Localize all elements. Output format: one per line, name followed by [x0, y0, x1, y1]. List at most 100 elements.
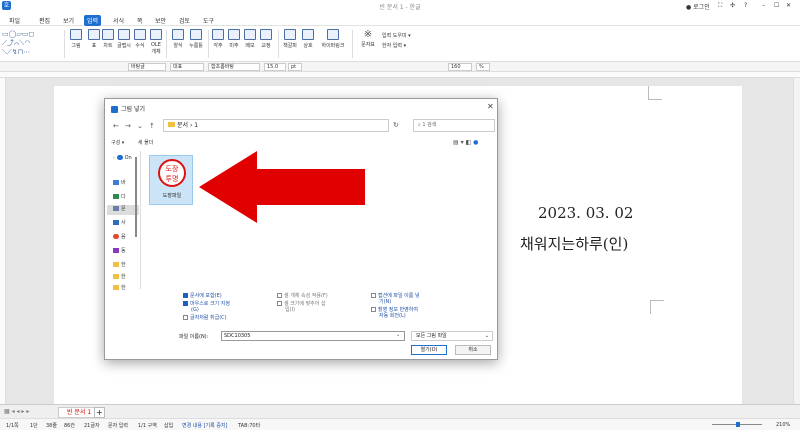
nav-item-desktop[interactable]: 바 [113, 179, 126, 186]
treat-as-char-option[interactable]: 글자처럼 취급(C) [183, 315, 227, 321]
zoom-input[interactable]: 160 [448, 63, 472, 71]
embed-option[interactable]: 문서에 포함(E) [183, 293, 222, 299]
checkbox[interactable] [371, 307, 376, 312]
cell-attr-option[interactable]: 셀 개체 속성 적용(F) [277, 293, 328, 299]
zoom-slider-handle[interactable] [736, 422, 740, 427]
settings-icon[interactable]: ✣ [730, 2, 735, 9]
insert-field-button[interactable]: 누름틀 [186, 29, 206, 49]
minimize-icon[interactable]: – [762, 2, 765, 9]
menu-review[interactable]: 검토 [176, 15, 193, 26]
red-arrow-annotation [199, 151, 365, 223]
checkbox[interactable] [277, 293, 282, 298]
endnote-icon [228, 29, 240, 40]
hanja-input-button[interactable]: 한자 입력 ▾ [382, 42, 422, 49]
view-options-icon[interactable]: ▤ ▾ ◧ ● [453, 139, 478, 146]
cancel-button[interactable]: 취소 [455, 345, 491, 355]
style-select[interactable]: 바탕글 [128, 63, 166, 71]
close-icon[interactable]: ✕ [786, 2, 791, 9]
symbol-button[interactable]: ※ 문자표 [358, 29, 378, 48]
new-folder-button[interactable]: 새 폴더 [138, 140, 153, 146]
auto-rotate-shortcut: 자동 회전(L) [379, 313, 406, 319]
vertical-scrollbar[interactable] [793, 78, 800, 404]
status-insert-mode[interactable]: 삽입 [164, 422, 173, 429]
title-bar: 호 빈 문서 1 - 한글 ● 로그인 ⛶ ✣ ? – ☐ ✕ [0, 0, 800, 12]
ribbon-label: 입력 도우미 [382, 33, 407, 39]
status-char-pos: 86칸 [64, 423, 75, 429]
status-bar: 1/1쪽 1단 38줄 86칸 21글자 문자 입력 1/1 구역 삽입 변경 … [0, 418, 800, 430]
proofread-button[interactable]: 교정 [256, 29, 276, 49]
horizontal-ruler [0, 72, 800, 78]
menu-file[interactable]: 파일 [6, 15, 23, 26]
insert-form-button[interactable]: 양식 [168, 29, 188, 49]
forward-icon[interactable]: → [125, 122, 131, 130]
refresh-icon[interactable]: ↻ [393, 121, 399, 129]
back-icon[interactable]: ← [113, 122, 119, 130]
fullscreen-icon[interactable]: ⛶ [718, 2, 722, 10]
menu-page[interactable]: 쪽 [134, 15, 146, 26]
dialog-close-icon[interactable]: ✕ [487, 102, 494, 111]
checkbox[interactable] [371, 293, 376, 298]
filetype-select[interactable]: 모든 그림 파일 ⌄ [411, 331, 493, 341]
stamp-text: 투명 [165, 175, 179, 183]
file-item-stamp[interactable]: 도장 투명 도장파일 [149, 155, 193, 205]
login-button[interactable]: ● 로그인 [686, 2, 710, 11]
ribbon-label: OLE [151, 42, 161, 48]
language-select[interactable]: 대표 [170, 63, 204, 71]
checkbox[interactable] [183, 293, 188, 298]
font-select[interactable]: 함초롬바탕 [208, 63, 260, 71]
up-folder-icon[interactable]: ↑ [149, 122, 155, 130]
menu-bar: 파일 편집 보기 입력 서식 쪽 보안 검토 도구 [0, 12, 800, 26]
recent-dropdown-icon[interactable]: ⌄ [137, 122, 143, 130]
tab-nav-arrows[interactable]: ▦ ◂ ◂ ▸ ▸ [4, 408, 29, 415]
dialog-title: 그림 넣기 [111, 104, 145, 113]
nav-item-folder[interactable]: 한 [113, 273, 126, 280]
font-size-unit[interactable]: pt [288, 63, 302, 71]
nav-pane-scrollbar[interactable] [135, 157, 137, 237]
menu-security[interactable]: 보안 [152, 15, 169, 26]
nav-item-music[interactable]: 음 [113, 233, 126, 240]
bookmark-button[interactable]: 책갈피 [280, 29, 300, 49]
nav-item-onedrive[interactable]: › On [113, 155, 132, 161]
filename-dropdown-icon[interactable]: ⌄ [396, 332, 400, 338]
insert-picture-button[interactable]: 그림 [66, 29, 86, 49]
menu-format[interactable]: 서식 [110, 15, 127, 26]
equation-icon [134, 29, 146, 40]
maximize-icon[interactable]: ☐ [774, 2, 779, 9]
dialog-title-text: 그림 넣기 [121, 106, 145, 113]
login-label: 로그인 [693, 4, 710, 11]
search-input[interactable]: ⌕ 1 검색 [413, 119, 495, 132]
status-track-changes[interactable]: 변경 내용 [기록 중지] [182, 422, 227, 429]
zoom-unit[interactable]: % [476, 63, 490, 71]
nav-item-folder[interactable]: 한 [113, 261, 126, 268]
menu-insert[interactable]: 입력 [84, 15, 102, 26]
insert-ole-button[interactable]: OLE 개체 [146, 29, 166, 55]
input-helper-button[interactable]: 입력 도우미 ▾ [382, 32, 422, 39]
nav-item-folder[interactable]: 한 [113, 284, 126, 291]
filename-input[interactable]: SDC10305 [221, 331, 405, 341]
checkbox[interactable] [183, 301, 188, 306]
nav-item-pictures[interactable]: 사 [113, 219, 126, 226]
nav-item-videos[interactable]: 동 [113, 247, 126, 254]
hyperlink-button[interactable]: 하이퍼링크 [318, 29, 348, 49]
menu-view[interactable]: 보기 [60, 15, 77, 26]
status-line: 38줄 [46, 423, 57, 429]
font-size-input[interactable]: 15.0 [264, 63, 286, 71]
checkbox[interactable] [183, 315, 188, 320]
symbol-icon: ※ [363, 29, 373, 40]
cross-reference-button[interactable]: 상호 [298, 29, 318, 49]
cross-reference-icon [302, 29, 314, 40]
checkbox[interactable] [277, 301, 282, 306]
help-icon[interactable]: ? [744, 2, 747, 9]
margin-corner [648, 86, 662, 100]
insert-picture-dialog: 그림 넣기 ✕ ← → ⌄ ↑ 문서 › 1 ↻ ⌕ 1 검색 구성 ▾ 새 폴… [104, 98, 498, 360]
address-path: 문서 › 1 [177, 122, 199, 129]
ribbon-label: 양식 [173, 43, 183, 49]
organize-button[interactable]: 구성 ▾ [111, 140, 124, 146]
add-tab-button[interactable]: + [94, 407, 105, 418]
address-bar[interactable]: 문서 › 1 [163, 119, 389, 132]
menu-tools[interactable]: 도구 [200, 15, 217, 26]
menu-edit[interactable]: 편집 [36, 15, 53, 26]
shapes-gallery[interactable]: ▭◯▱▭◻ ⟋⤴⌒⟍◠ ⟍⟋↯⊓⋯ [2, 30, 64, 57]
open-button[interactable]: 열기(O) [411, 345, 447, 355]
nav-item-downloads[interactable]: 다 [113, 193, 126, 200]
